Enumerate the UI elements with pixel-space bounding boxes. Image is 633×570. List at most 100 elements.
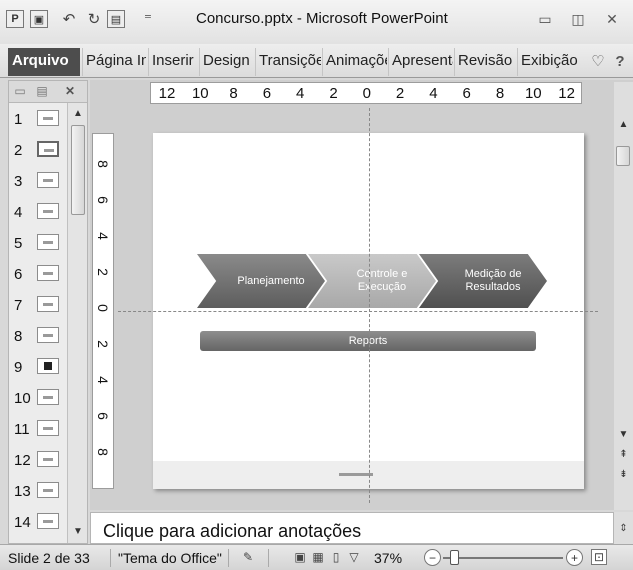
customize-toolbar-icon[interactable]: ⁼ [140, 9, 156, 29]
spell-check-icon[interactable]: ✎ [240, 549, 256, 565]
slide-thumbnail-image[interactable] [37, 265, 59, 281]
close-icon[interactable]: ✕ [598, 8, 626, 30]
slide-thumbnail-image[interactable] [37, 358, 59, 374]
slides-tab-icon[interactable]: ▭ [13, 84, 27, 98]
slide-thumbnail[interactable]: 6 [9, 262, 67, 288]
tab-inserir[interactable]: Inserir [148, 48, 198, 76]
slide-thumbnail[interactable]: 2 [9, 138, 67, 164]
tab-transicoes[interactable]: Transições [255, 48, 321, 76]
zoom-level[interactable]: 37% [374, 550, 402, 566]
previous-slide-icon[interactable]: ⇞ [614, 446, 633, 462]
slide-number: 2 [14, 142, 23, 159]
slide-thumbnail-image[interactable] [37, 203, 59, 219]
slide-thumbnail-image[interactable] [37, 296, 59, 312]
slide-thumbnail[interactable]: 14 [9, 510, 67, 536]
slide-thumbnail[interactable]: 4 [9, 200, 67, 226]
ruler-tick-label: 0 [362, 85, 371, 102]
horizontal-guide[interactable] [118, 311, 598, 312]
slide-thumbnail-image[interactable] [37, 234, 59, 250]
slide-thumbnail-image[interactable] [37, 141, 59, 157]
slide-number: 1 [14, 111, 23, 128]
slide-thumbnail-image[interactable] [37, 172, 59, 188]
slide-thumbnail-image[interactable] [37, 451, 59, 467]
tab-animacoes[interactable]: Animações [322, 48, 387, 76]
next-slide-icon[interactable]: ⇟ [614, 466, 633, 482]
slide-thumbnail[interactable]: 13 [9, 479, 67, 505]
ruler-tick-label: 4 [95, 232, 111, 240]
tab-exibicao[interactable]: Exibição [517, 48, 583, 76]
powerpoint-app-icon[interactable]: P [6, 9, 24, 29]
slide-thumbnail-image[interactable] [37, 420, 59, 436]
fit-to-window-icon[interactable]: ⊡ [591, 549, 607, 565]
slide-thumbnail-image[interactable] [37, 110, 59, 126]
slide-thumbnail[interactable]: 11 [9, 417, 67, 443]
tab-apresentacao[interactable]: Apresentação de Slides [388, 48, 453, 76]
theme-name[interactable]: "Tema do Office" [118, 550, 222, 566]
scroll-thumb[interactable] [71, 125, 85, 215]
slide-thumbnail-image[interactable] [37, 513, 59, 529]
slide-thumbnail[interactable]: 10 [9, 386, 67, 412]
slideshow-icon[interactable]: ▤ [107, 9, 125, 29]
horizontal-ruler: 12 10 8 6 4 2 0 2 4 6 8 10 12 [150, 82, 582, 104]
ruler-tick-label: 0 [95, 304, 111, 312]
reports-bar[interactable]: Reports [200, 331, 536, 351]
notes-scrollbar[interactable]: ⇕ [614, 512, 633, 544]
tab-pagina-inicial[interactable]: Página Inicial [82, 48, 146, 76]
ruler-tick-label: 6 [95, 412, 111, 420]
process-step-controle[interactable]: Controle e Execução [308, 254, 436, 308]
scroll-up-icon[interactable]: ▲ [614, 116, 633, 132]
window-title: Concurso.pptx - Microsoft PowerPoint [196, 10, 448, 27]
thumbnail-scrollbar[interactable]: ▲ ▼ [67, 103, 87, 543]
normal-view-icon[interactable]: ▣ [292, 549, 308, 565]
redo-icon[interactable]: ↻ [84, 9, 104, 29]
tab-arquivo[interactable]: Arquivo [8, 48, 80, 76]
ruler-tick-label: 4 [429, 85, 438, 102]
minimize-icon[interactable]: ▭ [531, 8, 559, 30]
zoom-in-icon[interactable]: + [566, 549, 583, 566]
notes-pane[interactable]: Clique para adicionar anotações [90, 512, 614, 544]
slide-thumbnail[interactable]: 8 [9, 324, 67, 350]
vertical-guide[interactable] [369, 108, 370, 503]
save-icon[interactable]: ▣ [30, 9, 48, 29]
chevron-down-icon[interactable]: ♡ [588, 50, 608, 72]
zoom-slider-thumb[interactable] [450, 550, 460, 565]
help-icon[interactable]: ? [610, 50, 630, 72]
scroll-down-icon[interactable]: ▼ [614, 426, 633, 442]
zoom-slider[interactable] [443, 557, 563, 559]
slide-number: 7 [14, 297, 23, 314]
step-label: Controle e [356, 268, 408, 280]
outline-tab-icon[interactable]: ▤ [35, 84, 49, 98]
process-step-medicao[interactable]: Medição de Resultados [419, 254, 547, 308]
tab-revisao[interactable]: Revisão [454, 48, 516, 76]
scroll-thumb[interactable] [616, 146, 630, 166]
slide-thumbnail[interactable]: 5 [9, 231, 67, 257]
editor-scrollbar[interactable]: ▲ ▼ ⇞ ⇟ [614, 82, 633, 510]
slide-sorter-icon[interactable]: ▦ [310, 549, 326, 565]
slide-thumbnail-image[interactable] [37, 327, 59, 343]
slide-number: 11 [14, 421, 30, 438]
ruler-tick-label: 2 [329, 85, 338, 102]
restore-icon[interactable]: ◫ [564, 8, 592, 30]
close-pane-icon[interactable]: ✕ [63, 84, 77, 98]
status-divider [110, 549, 111, 567]
reading-view-icon[interactable]: ▯ [328, 549, 344, 565]
slide-number: 3 [14, 173, 23, 190]
notes-placeholder[interactable]: Clique para adicionar anotações [103, 521, 361, 542]
tab-design[interactable]: Design [199, 48, 254, 76]
slide-thumbnail[interactable]: 9 [9, 355, 67, 381]
scroll-down-icon[interactable]: ▼ [68, 523, 88, 539]
slides-pane: ▭ ▤ ✕ 1 2 3 4 5 6 7 8 9 10 11 12 13 14 ▲ ▼ [8, 80, 88, 544]
undo-icon[interactable]: ↶ [56, 9, 82, 29]
slide-thumbnail[interactable]: 3 [9, 169, 67, 195]
zoom-out-icon[interactable]: − [424, 549, 441, 566]
slide-thumbnail-image[interactable] [37, 482, 59, 498]
slide-thumbnail-image[interactable] [37, 389, 59, 405]
ruler-tick-label: 12 [558, 85, 575, 102]
slide-thumbnail[interactable]: 7 [9, 293, 67, 319]
step-label: Planejamento [237, 274, 305, 287]
slide-thumbnail[interactable]: 1 [9, 107, 67, 133]
slide-thumbnail[interactable]: 12 [9, 448, 67, 474]
scroll-up-icon[interactable]: ▲ [68, 105, 88, 121]
slideshow-view-icon[interactable]: ▽ [346, 549, 362, 565]
ruler-tick-label: 8 [95, 448, 111, 456]
